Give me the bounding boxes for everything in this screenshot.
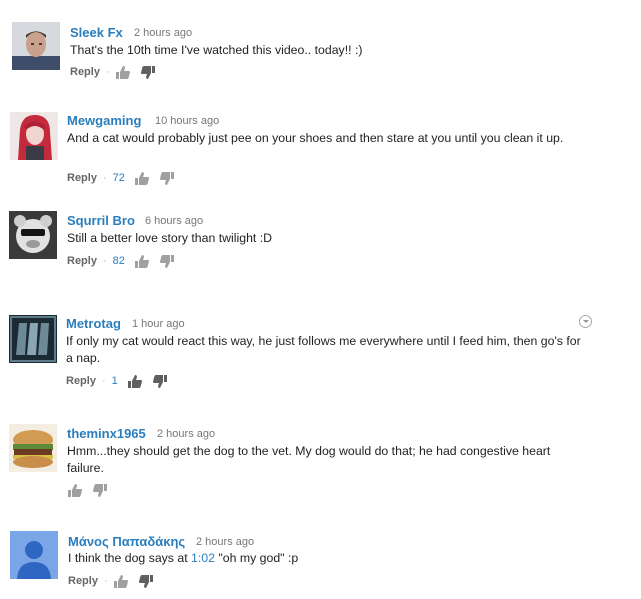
thumbs-up-icon[interactable]: [68, 483, 82, 497]
comment-timestamp[interactable]: 2 hours ago: [157, 428, 215, 440]
separator-dot: ·: [102, 255, 107, 267]
comment-text: Hmm...they should get the dog to the vet…: [67, 444, 551, 475]
comment-item: Μάνος Παπαδάκης 2 hours ago I think the …: [0, 520, 620, 599]
comment-timestamp[interactable]: 2 hours ago: [196, 536, 254, 548]
comment-text: I think the dog says at 1:02 "oh my god"…: [68, 550, 588, 567]
thumbs-down-icon[interactable]: [159, 171, 174, 185]
timestamp-link[interactable]: 1:02: [191, 551, 215, 565]
comment-author[interactable]: Sleek Fx: [70, 25, 123, 40]
like-count: 1: [111, 375, 118, 387]
comment-text: Still a better love story than twilight …: [67, 231, 273, 245]
avatar[interactable]: [9, 211, 57, 259]
comment-actions: Reply · 82: [67, 253, 185, 269]
thumbs-down-icon[interactable]: [152, 374, 167, 388]
thumbs-up-icon[interactable]: [134, 254, 149, 268]
comment-item: Metrotag 1 hour ago If only my cat would…: [0, 300, 620, 400]
thumbs-up-icon[interactable]: [113, 574, 128, 588]
avatar[interactable]: [12, 22, 60, 70]
comment-text: That's the 10th time I've watched this v…: [70, 43, 363, 57]
comment-actions: Reply · 72: [67, 170, 185, 186]
comment-item: Sleek Fx 2 hours ago That's the 10th tim…: [0, 0, 620, 90]
chevron-down-icon[interactable]: [579, 315, 592, 328]
comment-text: And a cat would probably just pee on you…: [67, 131, 564, 145]
reply-button[interactable]: Reply: [67, 172, 97, 184]
comment-author[interactable]: theminx1965: [67, 426, 146, 441]
comment-actions: [68, 482, 118, 498]
comment-timestamp[interactable]: 2 hours ago: [134, 27, 192, 39]
thumbs-down-icon[interactable]: [93, 483, 107, 497]
like-count: 72: [112, 172, 125, 184]
comment-text-before: I think the dog says at: [68, 551, 192, 565]
comment-author[interactable]: Mewgaming: [67, 113, 141, 128]
comment-actions: Reply ·: [70, 64, 166, 80]
thumbs-down-icon[interactable]: [140, 65, 155, 79]
comment-item: theminx1965 2 hours ago Hmm...they shoul…: [0, 410, 620, 510]
comment-item: Squrril Bro 6 hours ago Still a better l…: [0, 200, 620, 290]
comment-timestamp[interactable]: 6 hours ago: [145, 215, 203, 227]
reply-button[interactable]: Reply: [66, 375, 96, 387]
like-count: 82: [112, 255, 125, 267]
comment-author[interactable]: Squrril Bro: [67, 213, 135, 228]
comment-timestamp[interactable]: 10 hours ago: [155, 115, 219, 127]
thumbs-up-icon[interactable]: [134, 171, 149, 185]
avatar[interactable]: [10, 112, 58, 160]
thumbs-down-icon[interactable]: [159, 254, 174, 268]
avatar[interactable]: [9, 315, 57, 363]
separator-dot: ·: [103, 575, 108, 587]
thumbs-down-icon[interactable]: [138, 574, 153, 588]
avatar[interactable]: [10, 531, 58, 579]
separator-dot: ·: [105, 66, 110, 78]
reply-button[interactable]: Reply: [67, 255, 97, 267]
separator-dot: ·: [102, 172, 107, 184]
comment-author[interactable]: Metrotag: [66, 316, 121, 331]
reply-button[interactable]: Reply: [70, 66, 100, 78]
comment-item: Mewgaming 10 hours ago And a cat would p…: [0, 100, 620, 200]
comment-text: If only my cat would react this way, he …: [66, 334, 581, 365]
comment-timestamp[interactable]: 1 hour ago: [132, 318, 185, 330]
comment-text-after: "oh my god" :p: [214, 551, 299, 565]
thumbs-up-icon[interactable]: [127, 374, 142, 388]
avatar[interactable]: [9, 424, 57, 472]
comment-actions: Reply · 1: [66, 373, 178, 389]
thumbs-up-icon[interactable]: [115, 65, 130, 79]
separator-dot: ·: [101, 375, 106, 387]
reply-button[interactable]: Reply: [68, 575, 98, 587]
comment-actions: Reply ·: [68, 573, 164, 589]
comment-author[interactable]: Μάνος Παπαδάκης: [68, 534, 185, 549]
